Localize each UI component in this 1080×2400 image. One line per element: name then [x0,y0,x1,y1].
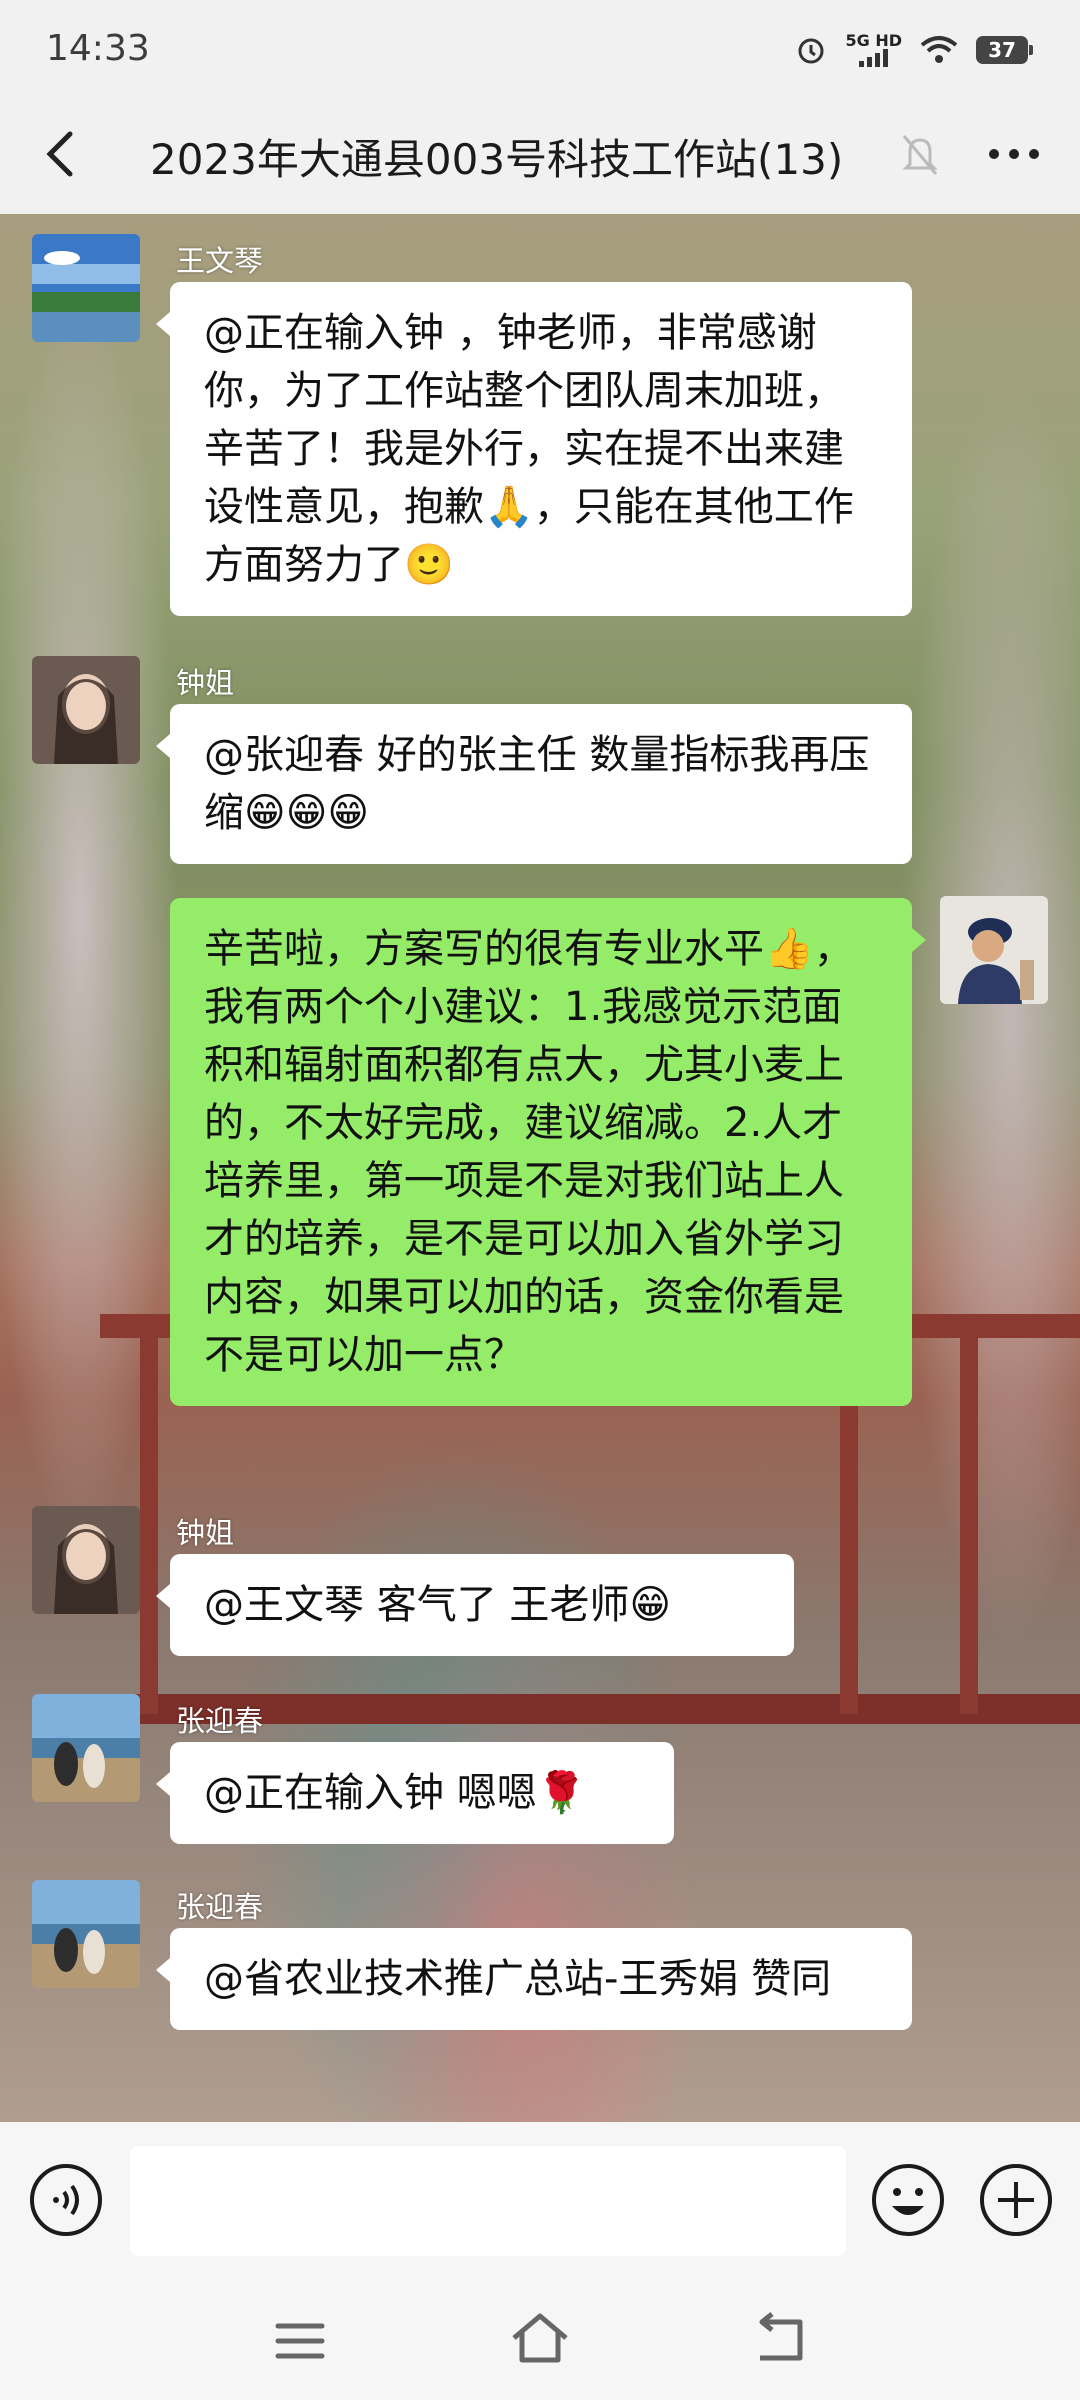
status-icons: 5G HD 37 [795,30,1033,70]
message-bubble[interactable]: @张迎春 好的张主任 数量指标我再压缩😁😁😁 [156,704,912,864]
message-input[interactable] [130,2146,846,2256]
avatar[interactable] [32,1880,140,1988]
back-nav-icon[interactable] [750,2312,808,2366]
sender-name: 张迎春 [176,1890,264,1924]
status-bar: 14:33 5G HD 37 [0,0,1080,96]
status-time: 14:33 [46,28,150,69]
avatar[interactable] [940,896,1048,1004]
signal-icon: 5G HD [845,33,902,67]
sender-name: 张迎春 [176,1704,264,1738]
avatar[interactable] [32,1694,140,1802]
emoji-icon[interactable] [870,2162,946,2238]
chat-title: 2023年大通县003号科技工作站(13) [150,135,844,184]
input-bar [0,2122,1080,2282]
background-post [960,1314,978,1714]
message-bubble[interactable]: @正在输入钟 嗯嗯🌹 [156,1742,674,1844]
message-bubble[interactable]: @省农业技术推广总站-王秀娟 赞同 [156,1928,912,2030]
sender-name: 王文琴 [176,244,264,278]
sender-name: 钟姐 [176,666,235,700]
background-post [140,1314,158,1714]
avatar[interactable] [32,656,140,764]
menu-icon[interactable] [272,2316,328,2366]
plus-icon[interactable] [978,2162,1054,2238]
mute-bell-icon [902,135,938,175]
message-bubble[interactable]: @王文琴 客气了 王老师😁 [156,1554,794,1656]
sender-name: 钟姐 [176,1516,235,1550]
battery-icon: 37 [976,36,1033,64]
avatar[interactable] [32,1506,140,1614]
more-options-icon[interactable] [982,128,1046,180]
message-bubble[interactable]: 辛苦啦，方案写的很有专业水平👍，我有两个个小建议：1.我感觉示范面积和辐射面积都… [170,898,926,1406]
system-nav-bar [0,2282,1080,2400]
home-icon[interactable] [508,2310,572,2366]
wifi-icon [920,36,958,63]
back-icon[interactable] [34,126,90,182]
chat-header: 2023年大通县003号科技工作站(13) [0,96,1080,214]
message-bubble[interactable]: @正在输入钟 ，钟老师，非常感谢你，为了工作站整个团队周末加班，辛苦了！我是外行… [156,282,912,616]
alarm-icon [798,38,824,64]
voice-input-icon[interactable] [28,2162,104,2238]
avatar[interactable] [32,234,140,342]
